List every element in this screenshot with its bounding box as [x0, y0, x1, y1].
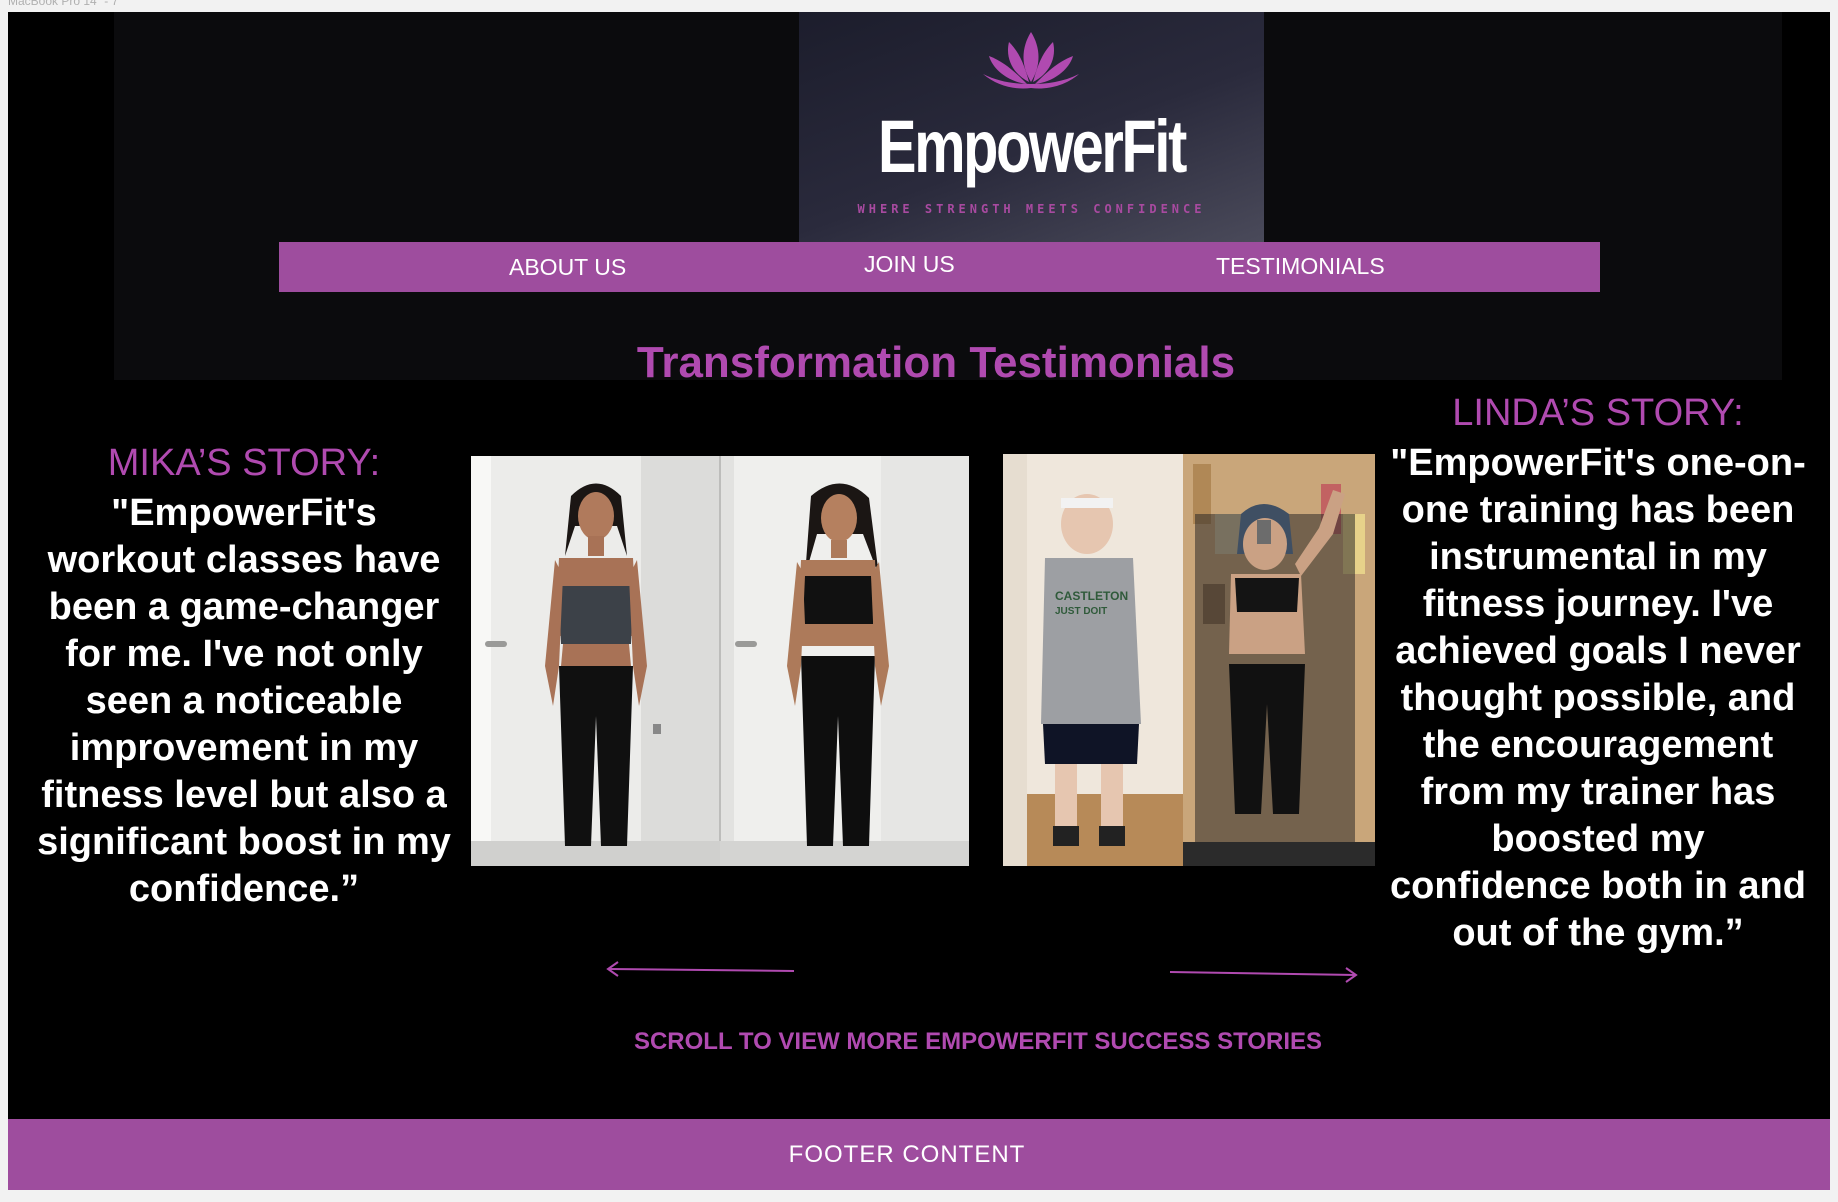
- footer: FOOTER CONTENT: [8, 1119, 1830, 1190]
- page-canvas: EmpowerFit WHERE STRENGTH MEETS CONFIDEN…: [8, 12, 1830, 1190]
- logo[interactable]: EmpowerFit WHERE STRENGTH MEETS CONFIDEN…: [799, 12, 1264, 242]
- main-nav: ABOUT US JOIN US TESTIMONIALS: [279, 242, 1600, 292]
- linda-story-heading: LINDA’S STORY:: [1452, 392, 1744, 434]
- brand-name: EmpowerFit: [878, 105, 1187, 188]
- page-title: Transformation Testimonials: [636, 338, 1236, 387]
- nav-about-us[interactable]: ABOUT US: [509, 242, 626, 292]
- mika-story-heading: MIKA’S STORY:: [107, 442, 381, 484]
- svg-text:CASTLETON: CASTLETON: [1055, 589, 1128, 603]
- footer-content: FOOTER CONTENT: [788, 1141, 1026, 1168]
- nav-join-us[interactable]: JOIN US: [864, 239, 955, 289]
- linda-before-after-photo: CASTLETON JUST DOIT: [1003, 454, 1375, 866]
- scroll-hint: SCROLL TO VIEW MORE EMPOWERFIT SUCCESS S…: [633, 1028, 1323, 1055]
- linda-story-quote: "EmpowerFit's one-on-one training has be…: [1390, 442, 1806, 954]
- lotus-flower-icon: [983, 32, 1079, 89]
- mika-story-quote: "EmpowerFit's workout classes have been …: [37, 492, 451, 910]
- svg-text:JUST DOIT: JUST DOIT: [1055, 606, 1107, 617]
- mika-before-after-photo: [471, 456, 969, 866]
- header: EmpowerFit WHERE STRENGTH MEETS CONFIDEN…: [114, 12, 1782, 380]
- nav-testimonials[interactable]: TESTIMONIALS: [1216, 241, 1385, 291]
- brand-tagline: WHERE STRENGTH MEETS CONFIDENCE: [857, 202, 1206, 216]
- arrow-left-icon[interactable]: [604, 960, 798, 980]
- arrow-right-icon[interactable]: [1168, 964, 1362, 984]
- frame-label: MacBook Pro 14" - 7: [8, 0, 119, 8]
